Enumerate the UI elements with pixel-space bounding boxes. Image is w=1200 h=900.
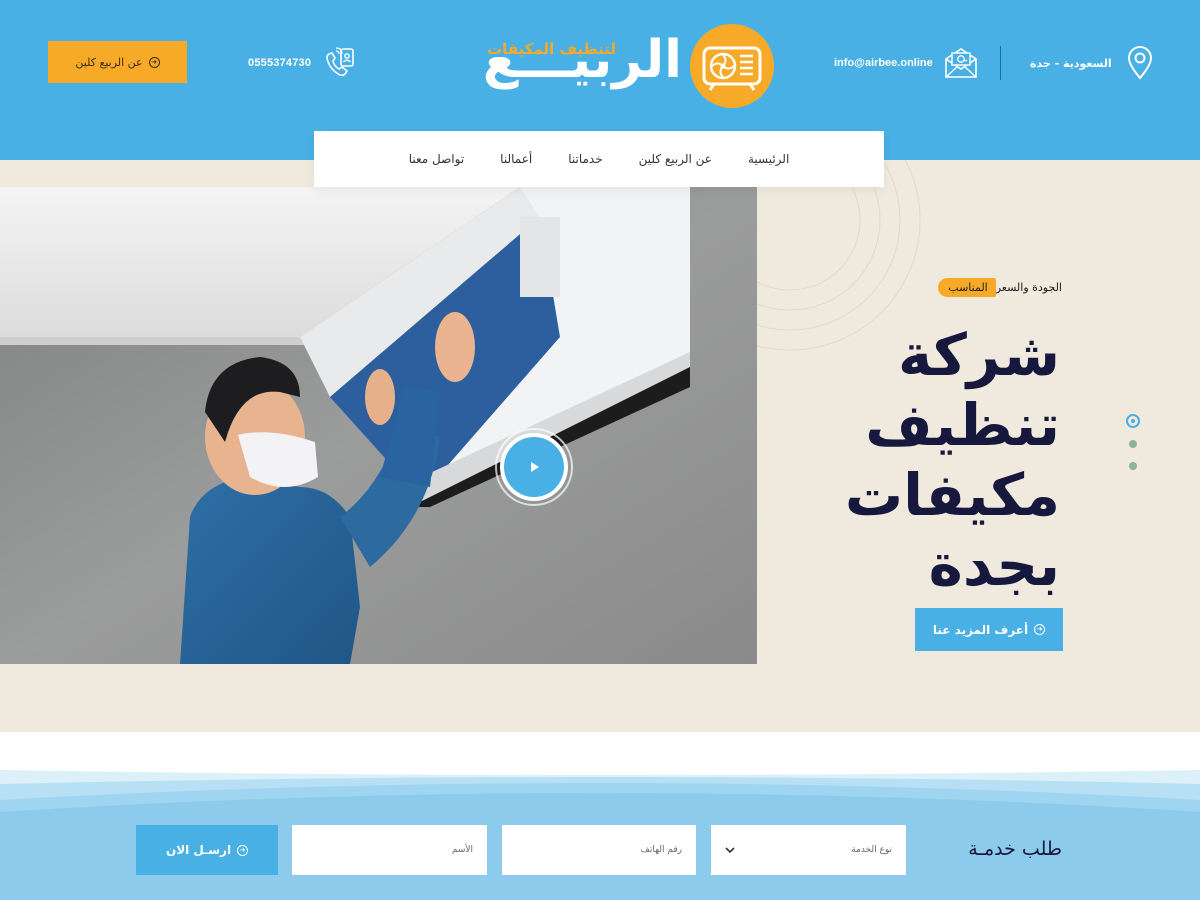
request-form-title: طلب خدمـة bbox=[968, 838, 1062, 860]
send-button-label: ارسـل الان bbox=[165, 843, 232, 857]
phone-icon bbox=[326, 47, 354, 77]
circle-arrow-icon: ➔ bbox=[1034, 624, 1046, 635]
slider-dot-3[interactable] bbox=[1129, 462, 1137, 470]
name-placeholder: الأسم bbox=[451, 845, 473, 855]
slider-dot-1[interactable] bbox=[1126, 414, 1140, 428]
location-pin-icon bbox=[1127, 46, 1152, 80]
hero-photo bbox=[0, 187, 757, 664]
headline-line: مكيفات bbox=[844, 461, 1060, 529]
circle-arrow-icon: ➔ bbox=[148, 56, 160, 68]
site-logo[interactable]: الربيـــع لتنظيف المكيفات bbox=[428, 22, 776, 110]
nav-item-works[interactable]: أعمالنا bbox=[500, 152, 532, 166]
nav-item-services[interactable]: خدماتنا bbox=[568, 152, 602, 166]
logo-ac-icon bbox=[690, 24, 774, 108]
email-contact[interactable]: info@airbee.online bbox=[834, 44, 979, 82]
circle-arrow-icon: ➔ bbox=[237, 844, 249, 856]
service-type-placeholder: نوع الخدمة bbox=[851, 845, 892, 855]
nav-item-about[interactable]: عن الربيع كلين bbox=[639, 152, 712, 166]
envelope-icon bbox=[944, 48, 977, 78]
phone-placeholder: رقم الهاتف bbox=[640, 845, 682, 855]
learn-more-button[interactable]: ➔ أعرف المزيد عنا bbox=[915, 608, 1063, 651]
logo-main-text: الربيـــع bbox=[482, 30, 683, 90]
phone-input[interactable]: رقم الهاتف bbox=[502, 825, 696, 875]
email-address: info@airbee.online bbox=[834, 57, 933, 69]
phone-contact[interactable]: 0555374730 bbox=[248, 44, 357, 82]
send-button[interactable]: ➔ ارسـل الان bbox=[136, 825, 278, 875]
learn-more-label: أعرف المزيد عنا bbox=[932, 622, 1029, 637]
headline-line: بجدة bbox=[928, 531, 1060, 599]
tagline-highlight: المناسب bbox=[938, 277, 996, 297]
nav-item-contact[interactable]: تواصل معنا bbox=[409, 152, 464, 166]
service-type-select[interactable]: نوع الخدمة bbox=[711, 825, 906, 875]
header-divider bbox=[1000, 46, 1001, 80]
hero-tagline: الجودة والسعر المناسب bbox=[938, 276, 1062, 298]
location-contact: السعودية - جدة bbox=[1030, 44, 1154, 82]
nav-item-home[interactable]: الرئيسية bbox=[748, 152, 789, 166]
chevron-down-icon bbox=[725, 847, 735, 854]
tagline-text: الجودة والسعر bbox=[995, 280, 1062, 294]
logo-sub-text: لتنظيف المكيفات bbox=[487, 40, 616, 58]
slider-dot-2[interactable] bbox=[1129, 440, 1137, 448]
hero-headline: شركة تنظيف مكيفات بجدة bbox=[760, 320, 1060, 600]
play-icon[interactable] bbox=[515, 448, 553, 486]
slider-dots bbox=[1126, 414, 1140, 474]
main-nav: الرئيسية عن الربيع كلين خدماتنا أعمالنا … bbox=[314, 131, 884, 187]
hero-section: الجودة والسعر المناسب شركة تنظيف مكيفات … bbox=[0, 160, 1200, 732]
headline-line: شركة bbox=[897, 321, 1060, 389]
headline-line: تنظيف bbox=[865, 391, 1060, 459]
location-text: السعودية - جدة bbox=[1030, 56, 1112, 70]
phone-number: 0555374730 bbox=[248, 57, 312, 69]
about-button-label: عن الربيع كلين bbox=[75, 55, 143, 69]
name-input[interactable]: الأسم bbox=[292, 825, 487, 875]
about-button[interactable]: ➔ عن الربيع كلين bbox=[48, 41, 187, 83]
